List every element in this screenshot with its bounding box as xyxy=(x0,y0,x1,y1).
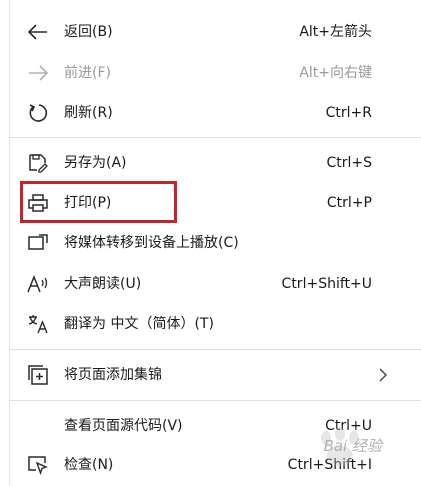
print-highlight-box xyxy=(20,181,177,223)
forward-arrow-icon xyxy=(25,61,51,85)
menu-item-forward-label: 前进(F) xyxy=(64,65,111,81)
menu-divider xyxy=(10,400,421,401)
menu-item-add-to-collections-label: 将页面添加集锦 xyxy=(64,367,162,383)
menu-divider xyxy=(10,349,421,350)
menu-divider xyxy=(10,137,421,138)
menu-item-save-as-label: 另存为(A) xyxy=(64,155,127,171)
menu-item-read-aloud-label: 大声朗读(U) xyxy=(64,276,142,292)
menu-item-refresh-shortcut: Ctrl+R xyxy=(325,105,372,121)
back-arrow-icon xyxy=(25,20,51,44)
menu-item-cast-media[interactable]: 将媒体转移到设备上播放(C) xyxy=(10,225,412,261)
menu-item-forward[interactable]: 前进(F) Alt+向右键 xyxy=(10,55,412,91)
cast-icon xyxy=(25,231,51,255)
menu-item-translate[interactable]: 翻译为 中文（简体）(T) xyxy=(10,306,412,342)
menu-item-add-to-collections[interactable]: 将页面添加集锦 xyxy=(10,357,412,393)
menu-item-refresh[interactable]: 刷新(R) Ctrl+R xyxy=(10,95,412,131)
menu-item-read-aloud-shortcut: Ctrl+Shift+U xyxy=(281,276,372,292)
menu-item-translate-label: 翻译为 中文（简体）(T) xyxy=(64,316,214,332)
add-to-collections-icon xyxy=(25,363,51,387)
refresh-icon xyxy=(25,101,51,125)
menu-item-save-as[interactable]: 另存为(A) Ctrl+S xyxy=(10,145,412,181)
menu-item-back[interactable]: 返回(B) Alt+左箭头 xyxy=(10,14,412,50)
translate-icon xyxy=(25,312,51,336)
menu-item-read-aloud[interactable]: 大声朗读(U) Ctrl+Shift+U xyxy=(10,266,412,302)
save-as-icon xyxy=(25,151,51,175)
menu-item-inspect-label: 检查(N) xyxy=(64,457,114,473)
read-aloud-icon xyxy=(25,272,51,296)
inspect-icon xyxy=(25,453,51,477)
context-menu: 返回(B) Alt+左箭头 前进(F) Alt+向右键 刷新(R) Ctrl+R… xyxy=(9,0,421,486)
menu-item-view-source-label: 查看页面源代码(V) xyxy=(64,418,183,434)
menu-item-cast-media-label: 将媒体转移到设备上播放(C) xyxy=(64,235,239,251)
menu-item-refresh-label: 刷新(R) xyxy=(64,105,113,121)
watermark-text: Bai 经验 xyxy=(323,437,382,455)
chevron-right-icon xyxy=(376,367,390,383)
menu-item-back-label: 返回(B) xyxy=(64,24,113,40)
menu-item-forward-shortcut: Alt+向右键 xyxy=(299,65,372,81)
menu-item-back-shortcut: Alt+左箭头 xyxy=(299,24,372,40)
menu-item-print-shortcut: Ctrl+P xyxy=(326,195,372,211)
menu-item-save-as-shortcut: Ctrl+S xyxy=(326,155,372,171)
